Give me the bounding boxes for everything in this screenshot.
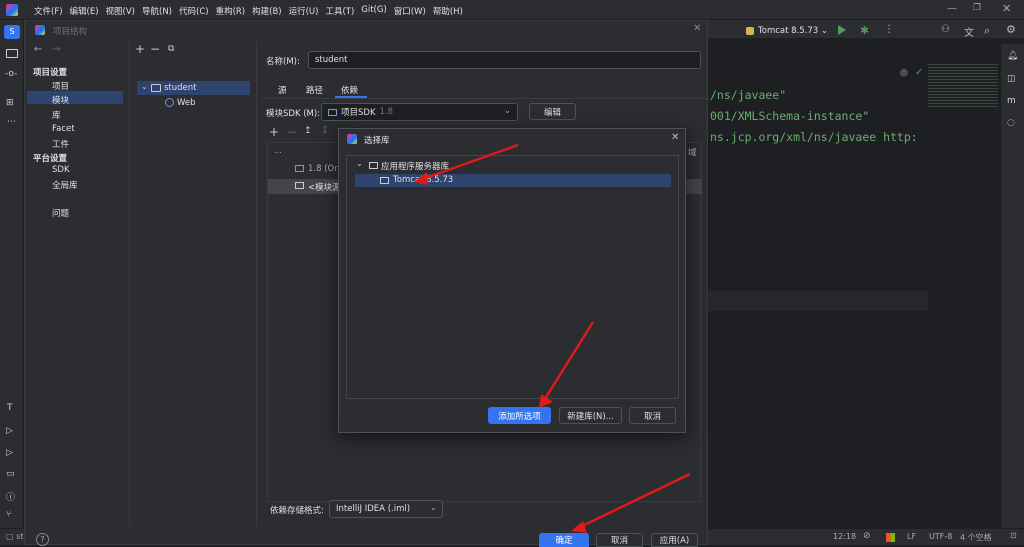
- arrow-to-ok: [571, 472, 691, 533]
- arrow-to-add-selected: [539, 321, 595, 408]
- annotation-arrows: [414, 143, 691, 533]
- arrow-to-tomcat: [414, 143, 519, 185]
